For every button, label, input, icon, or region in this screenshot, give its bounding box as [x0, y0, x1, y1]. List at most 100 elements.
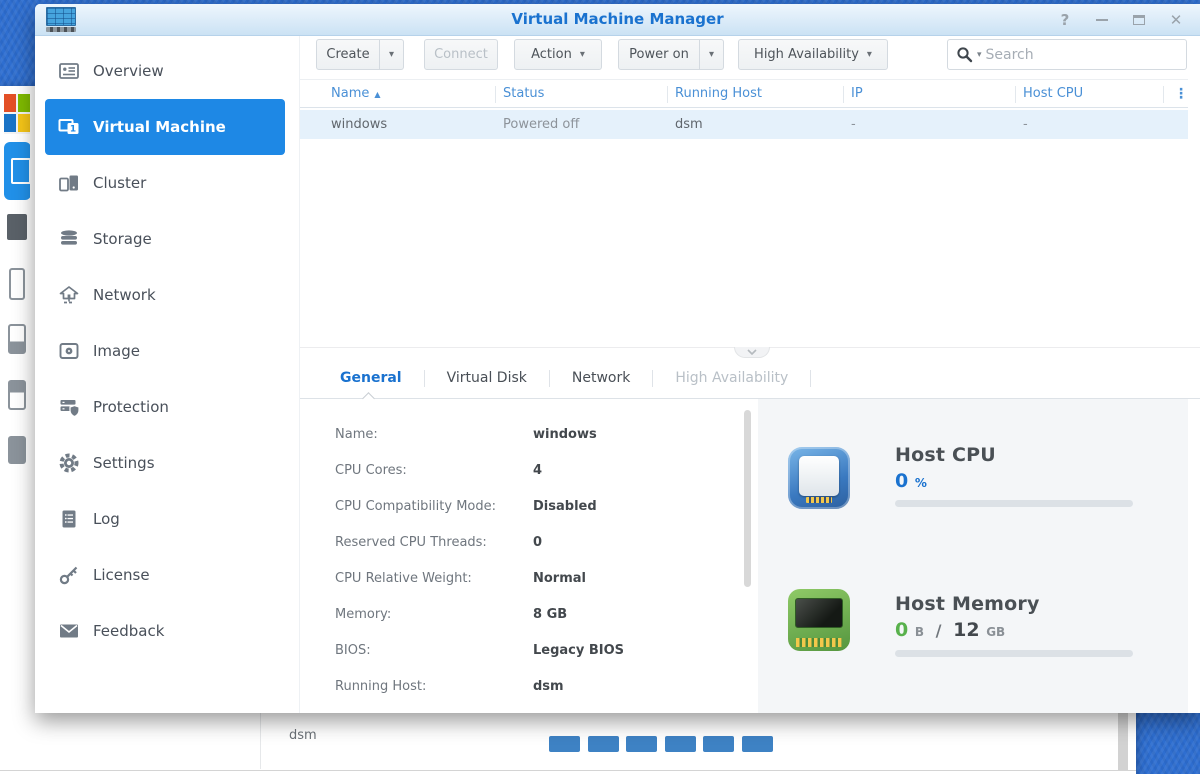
- memory-module-icon: [788, 589, 850, 651]
- minimize-icon: [1096, 19, 1108, 21]
- maximize-icon: [1133, 15, 1145, 25]
- sidebar-item-label: License: [93, 566, 150, 584]
- sidebar-item-label: Cluster: [93, 174, 146, 192]
- sidebar-item-virtual-machine[interactable]: 1 Virtual Machine: [45, 99, 285, 155]
- high-availability-button-label: High Availability: [754, 47, 859, 62]
- column-settings-menu-icon[interactable]: ⋮: [1174, 80, 1188, 108]
- tab-label: General: [340, 370, 402, 386]
- sidebar-item-settings[interactable]: Settings: [45, 435, 285, 491]
- tab-general[interactable]: General: [318, 358, 424, 398]
- window-title: Virtual Machine Manager: [35, 4, 1200, 35]
- power-on-button-label: Power on: [629, 47, 689, 62]
- high-availability-button[interactable]: High Availability ▾: [738, 39, 888, 70]
- close-icon: ✕: [1170, 11, 1183, 29]
- chevron-down-icon: ▾: [709, 49, 714, 60]
- host-stats-panel: Host CPU 0 % Host Memory 0 B: [758, 399, 1188, 713]
- sidebar-item-cluster[interactable]: Cluster: [45, 155, 285, 211]
- field-row: Name:windows: [335, 417, 624, 453]
- field-label: CPU Compatibility Mode:: [335, 489, 533, 525]
- sidebar-item-label: Virtual Machine: [93, 118, 226, 136]
- connect-button[interactable]: Connect: [424, 39, 498, 70]
- sidebar-item-log[interactable]: Log: [45, 491, 285, 547]
- search-input[interactable]: [986, 47, 1178, 63]
- sort-ascending-icon: ▲: [374, 90, 380, 99]
- table-row-windows[interactable]: windows Powered off dsm - -: [300, 110, 1188, 139]
- sidebar-item-license[interactable]: License: [45, 547, 285, 603]
- virtual-machine-icon: 1: [58, 116, 80, 138]
- field-label: Reserved CPU Threads:: [335, 525, 533, 561]
- collapse-panel-handle[interactable]: [734, 347, 770, 358]
- power-on-dropdown-button[interactable]: ▾: [700, 39, 724, 70]
- host-cpu-progress-bar: [895, 500, 1133, 507]
- vm-name-cell: windows: [331, 110, 387, 139]
- field-label: Running Host:: [335, 669, 533, 705]
- column-header-status[interactable]: Status: [503, 80, 544, 108]
- search-options-caret-icon[interactable]: ▾: [977, 50, 982, 60]
- power-on-button[interactable]: Power on: [618, 39, 700, 70]
- vmm-window: Virtual Machine Manager ? ✕ Overview: [35, 4, 1200, 713]
- host-memory-progress-bar: [895, 650, 1133, 657]
- background-window-sidebar: [0, 86, 30, 686]
- column-header-host-cpu[interactable]: Host CPU: [1023, 80, 1083, 108]
- field-label: BIOS:: [335, 633, 533, 669]
- sidebar-item-label: Settings: [93, 454, 155, 472]
- desktop-background: dsm Virtual Machine Manager ? ✕: [0, 0, 1200, 774]
- sidebar-item-feedback[interactable]: Feedback: [45, 603, 285, 659]
- create-dropdown-button[interactable]: ▾: [380, 39, 404, 70]
- sidebar-item-overview[interactable]: Overview: [45, 43, 285, 99]
- search-icon[interactable]: [956, 46, 973, 63]
- gear-icon: [58, 452, 80, 474]
- column-header-ip[interactable]: IP: [851, 80, 863, 108]
- field-label: Name:: [335, 417, 533, 453]
- field-row: Running Host:dsm: [335, 669, 624, 705]
- vm-running-host-cell: dsm: [675, 110, 703, 139]
- power-on-split-button: Power on ▾: [618, 39, 724, 70]
- field-label: Memory:: [335, 597, 533, 633]
- vm-properties-list: Name:windows CPU Cores:4 CPU Compatibili…: [335, 417, 624, 705]
- minimize-button[interactable]: [1094, 10, 1110, 30]
- column-label: Running Host: [675, 86, 762, 101]
- sidebar-item-image[interactable]: Image: [45, 323, 285, 379]
- column-header-running-host[interactable]: Running Host: [675, 80, 762, 108]
- background-app-icon: [8, 324, 26, 354]
- network-icon: [58, 284, 80, 306]
- vm-host-cpu-cell: -: [1023, 110, 1028, 139]
- usage-bar: [665, 736, 696, 752]
- chevron-down-icon: [747, 349, 757, 355]
- create-button[interactable]: Create: [316, 39, 380, 70]
- field-label: CPU Relative Weight:: [335, 561, 533, 597]
- memory-total-unit: GB: [986, 625, 1005, 639]
- memory-used-number: 0: [895, 619, 908, 641]
- host-cpu-value: 0 %: [895, 470, 927, 492]
- background-app-icon: [8, 380, 26, 410]
- key-icon: [58, 564, 80, 586]
- host-cpu-title: Host CPU: [895, 444, 996, 466]
- field-value: Normal: [533, 571, 586, 586]
- sidebar-item-network[interactable]: Network: [45, 267, 285, 323]
- usage-bar: [549, 736, 580, 752]
- close-button[interactable]: ✕: [1168, 10, 1184, 30]
- column-label: Host CPU: [1023, 86, 1083, 101]
- column-divider: [495, 86, 496, 103]
- sidebar-item-protection[interactable]: Protection: [45, 379, 285, 435]
- cpu-percent-number: 0: [895, 470, 908, 492]
- tab-virtual-disk[interactable]: Virtual Disk: [425, 358, 549, 398]
- cpu-percent-unit: %: [915, 476, 927, 490]
- background-windows-logo-icon: [4, 94, 30, 134]
- tab-network[interactable]: Network: [550, 358, 652, 398]
- sidebar-item-storage[interactable]: Storage: [45, 211, 285, 267]
- memory-used-unit: B: [915, 625, 924, 639]
- help-button[interactable]: ?: [1057, 10, 1073, 30]
- column-header-name[interactable]: Name ▲: [331, 80, 381, 109]
- help-icon: ?: [1061, 11, 1070, 29]
- tab-high-availability[interactable]: High Availability: [653, 358, 810, 398]
- field-value: Legacy BIOS: [533, 643, 624, 658]
- field-row: CPU Relative Weight:Normal: [335, 561, 624, 597]
- field-row: CPU Cores:4: [335, 453, 624, 489]
- envelope-icon: [58, 620, 80, 642]
- details-scrollbar[interactable]: [744, 410, 751, 587]
- column-label: Name: [331, 86, 369, 101]
- maximize-button[interactable]: [1131, 10, 1147, 30]
- usage-bar: [703, 736, 734, 752]
- action-button[interactable]: Action ▾: [514, 39, 602, 70]
